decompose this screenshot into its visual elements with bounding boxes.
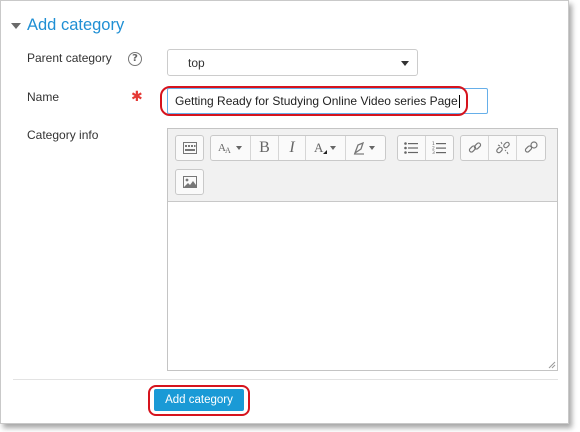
category-info-label: Category info xyxy=(27,128,99,142)
add-category-panel: Add category Parent category ? top Name … xyxy=(0,0,569,424)
bookmark-icon[interactable] xyxy=(517,136,545,160)
category-info-editor[interactable]: AA B I A 123 xyxy=(167,128,558,371)
dropdown-arrow-icon xyxy=(401,61,409,66)
name-label: Name xyxy=(27,90,60,104)
ordered-list-icon[interactable]: 123 xyxy=(426,136,453,160)
toolbar-group-format: AA B I A xyxy=(210,135,386,161)
parent-category-label: Parent category xyxy=(27,51,112,65)
font-style-icon[interactable]: AA xyxy=(211,136,251,160)
add-category-button[interactable]: Add category xyxy=(154,389,244,411)
section-header[interactable]: Add category xyxy=(11,14,124,36)
svg-text:A: A xyxy=(225,146,231,155)
toolbar-group-media xyxy=(175,169,204,195)
background-color-icon[interactable] xyxy=(346,136,385,160)
unordered-list-icon[interactable] xyxy=(398,136,426,160)
italic-icon[interactable]: I xyxy=(279,136,306,160)
unlink-icon[interactable] xyxy=(489,136,517,160)
form-divider xyxy=(13,379,558,380)
toolbar-group-links xyxy=(460,135,546,161)
toolbar-group-lists: 123 xyxy=(397,135,454,161)
toolbar-group-toggle xyxy=(175,135,204,161)
resize-handle-icon[interactable] xyxy=(547,360,556,369)
text-cursor xyxy=(458,94,460,108)
section-title: Add category xyxy=(27,15,125,34)
name-input-value: Getting Ready for Studying Online Video … xyxy=(175,94,458,108)
bold-icon[interactable]: B xyxy=(251,136,279,160)
link-icon[interactable] xyxy=(461,136,489,160)
parent-category-value: top xyxy=(188,55,205,70)
name-input[interactable]: Getting Ready for Studying Online Video … xyxy=(167,88,488,114)
required-icon: ✱ xyxy=(131,89,143,105)
editor-toolbar: AA B I A 123 xyxy=(168,129,557,202)
image-icon[interactable] xyxy=(176,170,203,194)
collapse-caret-icon[interactable] xyxy=(11,23,21,29)
svg-text:3: 3 xyxy=(432,150,435,155)
svg-text:A: A xyxy=(314,141,324,155)
text-color-icon[interactable]: A xyxy=(306,136,346,160)
toolbar-toggle-icon[interactable] xyxy=(176,136,203,160)
help-icon[interactable]: ? xyxy=(128,52,142,66)
editor-content-area[interactable] xyxy=(168,203,557,370)
parent-category-select[interactable]: top xyxy=(167,49,418,76)
